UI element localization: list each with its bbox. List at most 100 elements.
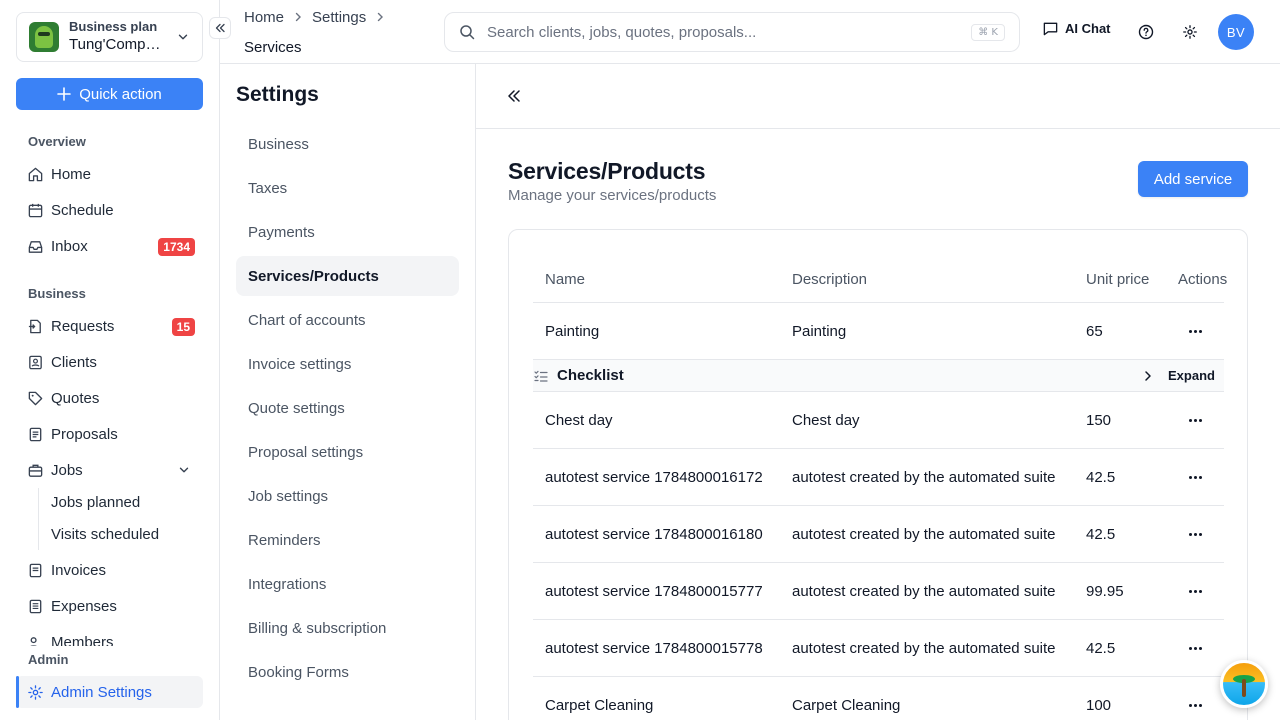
checklist-icon [534, 370, 548, 382]
settings-item-billing[interactable]: Billing & subscription [236, 608, 459, 648]
settings-item-job-settings[interactable]: Job settings [236, 476, 459, 516]
column-header-description[interactable]: Description [792, 271, 867, 288]
settings-item-services-products[interactable]: Services/Products [236, 256, 459, 296]
org-name: Tung'Company [69, 36, 165, 53]
sidebar-item-invoices[interactable]: Invoices [16, 554, 203, 586]
section-business: Business [28, 286, 86, 301]
more-actions-icon[interactable] [1187, 638, 1203, 658]
row-price: 42.5 [1086, 526, 1116, 543]
tag-icon [26, 389, 44, 407]
sidebar-item-clients[interactable]: Clients [16, 346, 203, 378]
sidebar-item-schedule[interactable]: Schedule [16, 194, 203, 226]
contact-icon [26, 353, 44, 371]
invoice-icon [26, 561, 44, 579]
settings-item-integrations[interactable]: Integrations [236, 564, 459, 604]
org-switcher[interactable]: Business plan Tung'Company [16, 12, 203, 62]
sidebar-item-proposals[interactable]: Proposals [16, 418, 203, 450]
row-description: autotest created by the automated suite [792, 469, 1056, 486]
sidebar-item-label: Requests [51, 317, 115, 335]
inbox-count-badge: 1734 [158, 238, 195, 256]
breadcrumb-settings[interactable]: Settings [312, 9, 366, 26]
collapse-sidebar-button[interactable] [209, 17, 231, 39]
more-actions-icon[interactable] [1187, 321, 1203, 341]
sidebar-item-label: Proposals [51, 425, 118, 443]
table-row[interactable]: autotest service 1784800016172 autotest … [533, 449, 1224, 506]
row-description: Chest day [792, 412, 860, 429]
help-button[interactable] [1136, 22, 1156, 42]
sidebar-item-label: Members [51, 633, 114, 647]
gear-icon [1183, 25, 1197, 39]
quick-action-button[interactable]: Quick action [16, 78, 203, 110]
sidebar-item-admin-settings[interactable]: Admin Settings [16, 676, 203, 708]
column-header-actions: Actions [1178, 271, 1228, 288]
submenu-guide-line [38, 488, 39, 550]
column-header-unit-price[interactable]: Unit price [1086, 271, 1149, 288]
table-row[interactable]: Chest day Chest day 150 [533, 392, 1224, 449]
sidebar-item-requests[interactable]: Requests 15 [16, 310, 203, 342]
table-row[interactable]: Painting Painting 65 [533, 303, 1224, 360]
sidebar-item-visits-scheduled[interactable]: Visits scheduled [51, 526, 159, 543]
avatar[interactable]: BV [1218, 14, 1254, 50]
sidebar-item-home[interactable]: Home [16, 158, 203, 190]
quick-action-label: Quick action [79, 85, 162, 103]
search-input[interactable] [487, 23, 972, 41]
row-name: autotest service 1784800016172 [545, 469, 763, 486]
sidebar-item-inbox[interactable]: Inbox 1734 [16, 230, 203, 262]
settings-item-business[interactable]: Business [236, 124, 459, 164]
chevrons-left-icon[interactable] [504, 86, 524, 106]
help-circle-icon [1138, 24, 1154, 40]
more-actions-icon[interactable] [1187, 410, 1203, 430]
settings-item-booking-forms[interactable]: Booking Forms [236, 652, 459, 692]
sidebar-item-expenses[interactable]: Expenses [16, 590, 203, 622]
settings-item-chart-of-accounts[interactable]: Chart of accounts [236, 300, 459, 340]
chevron-right-icon [292, 10, 304, 26]
org-plan: Business plan [69, 19, 158, 34]
request-icon [26, 317, 44, 335]
table-row[interactable]: Carpet Cleaning Carpet Cleaning 100 [533, 677, 1224, 720]
ai-chat-button[interactable]: AI Chat [1042, 20, 1111, 37]
document-icon [26, 425, 44, 443]
primary-sidebar: Business plan Tung'Company Quick action … [0, 0, 220, 720]
settings-item-quote-settings[interactable]: Quote settings [236, 388, 459, 428]
more-actions-icon[interactable] [1187, 524, 1203, 544]
more-actions-icon[interactable] [1187, 581, 1203, 601]
sidebar-item-label: Invoices [51, 561, 107, 579]
breadcrumb-home[interactable]: Home [244, 9, 284, 26]
sidebar-item-members[interactable]: Members [16, 630, 203, 646]
org-logo [29, 22, 59, 52]
checklist-row[interactable]: Checklist Expand [533, 360, 1224, 392]
table-row[interactable]: autotest service 1784800015778 autotest … [533, 620, 1224, 677]
add-service-button[interactable]: Add service [1138, 161, 1248, 197]
sidebar-item-jobs-planned[interactable]: Jobs planned [51, 494, 140, 511]
more-actions-icon[interactable] [1187, 695, 1203, 715]
settings-button[interactable] [1180, 22, 1200, 42]
more-actions-icon[interactable] [1187, 467, 1203, 487]
content-header [476, 64, 1280, 129]
settings-item-taxes[interactable]: Taxes [236, 168, 459, 208]
section-admin: Admin [28, 652, 69, 667]
page-subtitle: Manage your services/products [508, 187, 717, 204]
breadcrumb: Home Settings [244, 9, 386, 26]
chevron-right-icon [374, 10, 386, 26]
sidebar-item-quotes[interactable]: Quotes [16, 382, 203, 414]
settings-item-payments[interactable]: Payments [236, 212, 459, 252]
global-search[interactable]: ⌘ K [444, 12, 1020, 52]
chevron-right-icon[interactable] [1141, 369, 1155, 383]
gear-icon [26, 683, 44, 701]
inbox-icon [26, 237, 44, 255]
table-row[interactable]: autotest service 1784800016180 autotest … [533, 506, 1224, 563]
settings-item-invoice-settings[interactable]: Invoice settings [236, 344, 459, 384]
expand-button[interactable]: Expand [1168, 368, 1215, 383]
users-icon [26, 633, 44, 646]
support-chat-bubble[interactable] [1220, 660, 1268, 708]
settings-item-proposal-settings[interactable]: Proposal settings [236, 432, 459, 472]
row-name: autotest service 1784800016180 [545, 526, 763, 543]
table-row[interactable]: autotest service 1784800015777 autotest … [533, 563, 1224, 620]
column-header-name[interactable]: Name [545, 271, 585, 288]
sidebar-item-jobs[interactable]: Jobs [16, 454, 203, 486]
active-indicator [16, 676, 19, 708]
services-table-card: Name Description Unit price Actions Pain… [508, 229, 1248, 720]
settings-item-reminders[interactable]: Reminders [236, 520, 459, 560]
calendar-icon [26, 201, 44, 219]
briefcase-icon [26, 461, 44, 479]
